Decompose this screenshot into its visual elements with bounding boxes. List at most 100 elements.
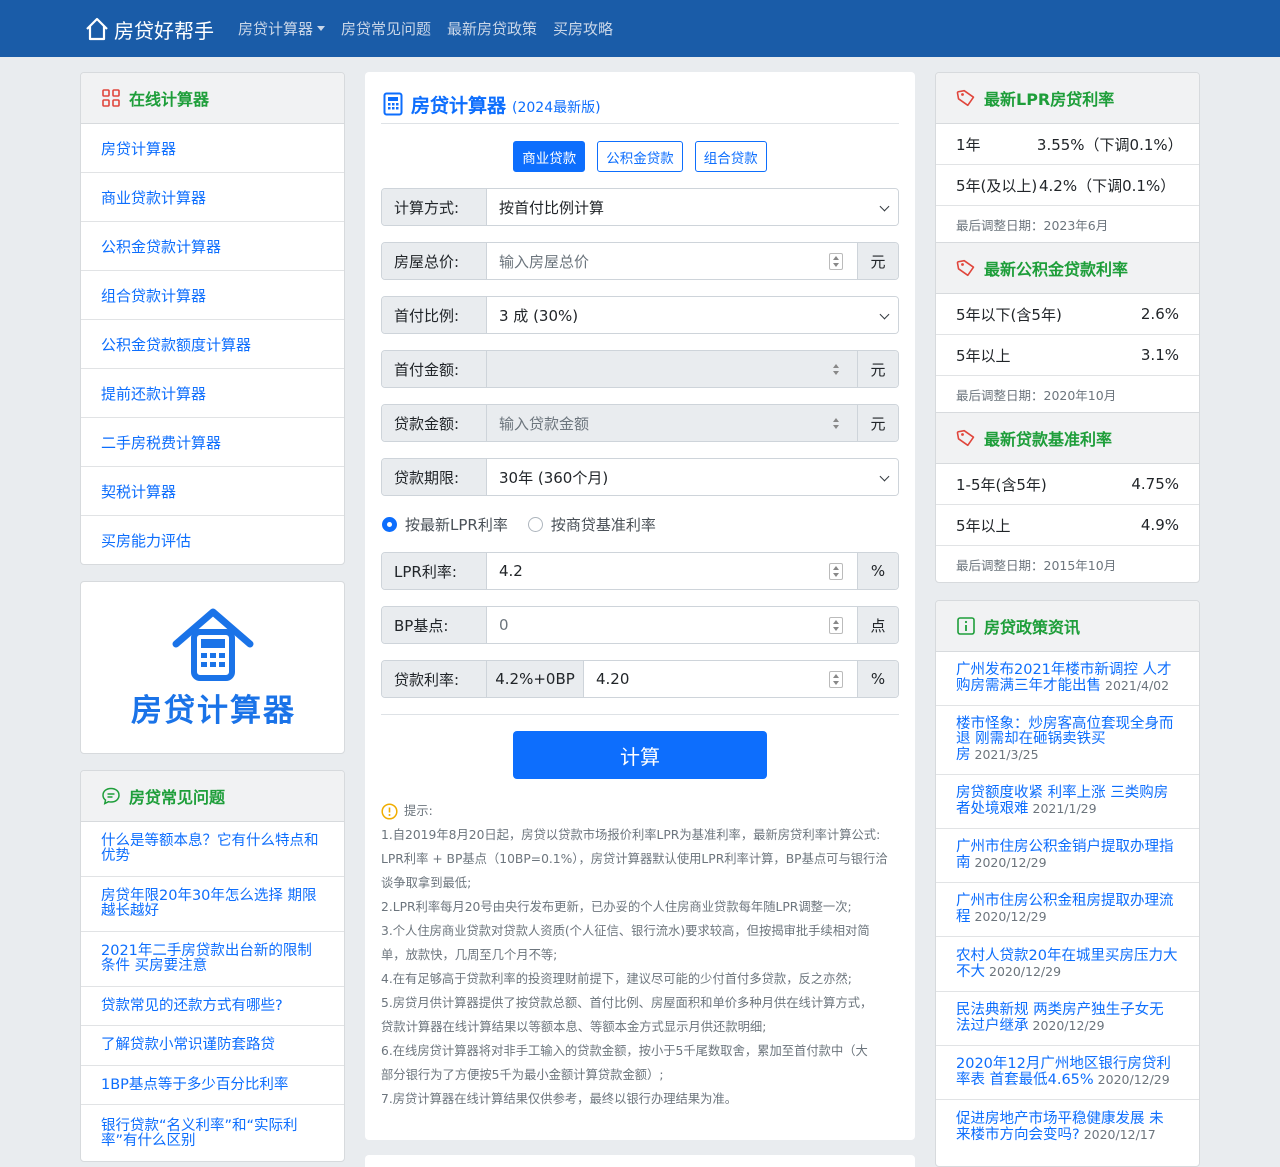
news-headline: 广州市住房公积金销户提取办理指 [956, 839, 1174, 855]
radio-lpr[interactable] [382, 517, 397, 532]
radio-lpr-label[interactable]: 按最新LPR利率 [405, 514, 508, 535]
calculators-card: 在线计算器 房贷计算器 商业贷款计算器 公积金贷款计算器 组合贷款计算器 公积金贷款额度… [80, 72, 345, 565]
lpr-unit: % [857, 553, 898, 589]
news-headline-cont: 者处境艰难 [956, 801, 1029, 817]
news-text: 促进房地产市场平稳健康发展 未来楼市方向会变吗? 2020/12/17 [956, 1110, 1164, 1143]
nav-faq[interactable]: 房贷常见问题 [341, 18, 431, 39]
calculator-link[interactable]: 提前还款计算器 [81, 369, 344, 418]
news-headline: 房 2021/3/25 [956, 747, 1174, 763]
calculator-link[interactable]: 公积金贷款额度计算器 [81, 320, 344, 369]
calculator-link[interactable]: 买房能力评估 [81, 516, 344, 564]
calculators-title: 在线计算器 [129, 90, 210, 109]
tips-title-text: 提示: [404, 804, 433, 818]
news-headline-cont: 法过户继承 [956, 1018, 1029, 1034]
tips-section: 提示: 1.自2019年8月20日起，房贷以贷款市场报价利率LPR为基准利率，最… [381, 799, 901, 1111]
chevron-down-icon [879, 471, 890, 482]
news-headline: 农村人贷款20年在城里买房压力大 [956, 947, 1178, 964]
news-link[interactable]: 广州市住房公积金销户提取办理指南 2020/12/29 [936, 829, 1199, 883]
bp-input[interactable]: 0 [487, 607, 857, 643]
rate-term: 5年以上 [956, 516, 1011, 535]
spinner-icon[interactable] [829, 253, 843, 270]
news-link[interactable]: 民法典新规 两类房产独生子女无 法过户继承 2020/12/29 [936, 992, 1199, 1046]
news-link[interactable]: 房贷额度收紧 利率上涨 三类购房 者处境艰难 2021/1/29 [936, 775, 1199, 829]
rate-value: 3.1% [1140, 346, 1179, 364]
news-date: 2020/12/17 [1083, 1126, 1156, 1142]
radio-base-rate[interactable] [527, 517, 543, 532]
rate-term: 1年 [956, 135, 981, 154]
rate-label: 贷款利率: [382, 661, 487, 697]
calculator-link[interactable]: 二手房税费计算器 [81, 418, 344, 467]
method-value: 按首付比例计算 [499, 198, 605, 217]
nav-policy[interactable]: 最新房贷政策 [447, 18, 537, 39]
method-select[interactable]: 按首付比例计算 [487, 189, 898, 225]
news-headline: 者处境艰难 2021/1/29 [956, 801, 1168, 817]
news-link[interactable]: 促进房地产市场平稳健康发展 未来楼市方向会变吗? 2020/12/17 [936, 1100, 1199, 1154]
tip-line: 4.在有足够高于贷款利率的投资理财前提下，建议尽可能的少付首付多贷款，反之亦然; [381, 972, 852, 986]
down-payment-input[interactable] [487, 351, 857, 387]
lpr-rate-title: 最新LPR房贷利率 [984, 90, 1115, 109]
tip-line: 6.在线房贷计算器将对非手工输入的贷款金额，按小于5千尾数取舍，累加至首付款中（… [381, 1044, 868, 1058]
news-link[interactable]: 楼市怪象：炒房客高位套现全身而退 刚需却在砸锅卖铁买房 2021/3/25 [936, 706, 1199, 775]
rate-input[interactable]: 4.20 [584, 661, 857, 697]
rate-term: 5年以下(含5年) [956, 305, 1062, 324]
tip-line: 单，放款快，几周至几个月不等; [381, 948, 558, 962]
news-headline: 房贷额度收紧 利率上涨 三类购房 [956, 785, 1169, 801]
price-placeholder: 输入房屋总价 [499, 252, 590, 271]
lpr-label: LPR利率: [382, 553, 487, 589]
news-link[interactable]: 广州市住房公积金租房提取办理流程 2020/12/29 [936, 883, 1199, 937]
home-icon [86, 17, 108, 41]
news-link[interactable]: 2020年12月广州地区银行房贷利 率表 首套最低4.65% 2020/12/29 [936, 1046, 1199, 1100]
logo-card: 房贷计算器 [80, 581, 345, 754]
rates-card: 最新LPR房贷利率 1年 3.55%（下调0.1%） 5年(及以上) 4.2%（下调… [935, 72, 1200, 583]
tab-commercial-loan[interactable]: 商业贷款 [513, 141, 586, 172]
rate-value: 4.75% [1131, 475, 1179, 493]
calculator-panel: 房贷计算器 (2024最新版) 商业贷款 公积金贷款 组合贷款 计算方式: 按首… [365, 72, 915, 1140]
chat-icon [102, 787, 120, 805]
faq-link[interactable]: 贷款常见的还款方式有哪些? [81, 987, 344, 1026]
tab-combined-loan[interactable]: 组合贷款 [694, 141, 767, 172]
tab-provident-fund-loan[interactable]: 公积金贷款 [597, 141, 683, 172]
spinner-icon[interactable] [829, 563, 843, 580]
method-label: 计算方式: [382, 189, 487, 225]
radio-base-rate-label[interactable]: 按商贷基准利率 [551, 514, 656, 535]
faq-link[interactable]: 什么是等额本息？它有什么特点和优势 [81, 822, 344, 877]
divider [381, 123, 899, 124]
nav-calculator-dropdown[interactable]: 房贷计算器 [238, 18, 326, 39]
rate-value: 4.2%（下调0.1%） [1039, 176, 1176, 195]
news-link[interactable]: 农村人贷款20年在城里买房压力大 不大 2020/12/29 [936, 937, 1199, 992]
calculator-link[interactable]: 组合贷款计算器 [81, 271, 344, 320]
faq-link[interactable]: 银行贷款“名义利率”和“实际利率”有什么区别 [81, 1105, 344, 1161]
calculator-link[interactable]: 房贷计算器 [81, 124, 344, 173]
term-label: 贷款期限: [382, 459, 487, 495]
nav-guide[interactable]: 买房攻略 [553, 18, 613, 39]
ratio-value: 3 成 (30%) [499, 306, 579, 325]
ratio-label: 首付比例: [382, 297, 487, 333]
calculator-link[interactable]: 商业贷款计算器 [81, 173, 344, 222]
faq-link[interactable]: 房贷年限20年30年怎么选择 期限越长越好 [81, 877, 344, 932]
news-text: 民法典新规 两类房产独生子女无 法过户继承 2020/12/29 [956, 1003, 1164, 1034]
spinner-icon[interactable] [829, 617, 843, 634]
news-link[interactable]: 广州发布2021年楼市新调控 人才 购房需满三年才能出售 2021/4/02 [936, 652, 1199, 706]
news-headline: 促进房地产市场平稳健康发展 未 [956, 1110, 1164, 1127]
price-input[interactable]: 输入房屋总价 [487, 243, 857, 279]
calculator-link[interactable]: 公积金贷款计算器 [81, 222, 344, 271]
term-select[interactable]: 30年 (360个月) [487, 459, 898, 495]
spinner-icon[interactable] [829, 671, 843, 688]
faq-link[interactable]: 1BP基点等于多少百分比利率 [81, 1066, 344, 1105]
news-headline: 楼市怪象：炒房客高位套现全身而 [956, 716, 1174, 732]
bp-value: 0 [499, 616, 509, 634]
calculate-button[interactable]: 计算 [513, 731, 767, 779]
calculator-link[interactable]: 契税计算器 [81, 467, 344, 516]
news-headline: 购房需满三年才能出售 2021/4/02 [956, 678, 1172, 694]
lpr-input[interactable]: 4.2 [487, 553, 857, 589]
spinner-icon [829, 361, 843, 378]
faq-link[interactable]: 了解贷款小常识谨防套路贷 [81, 1026, 344, 1066]
rate-term: 5年以上 [956, 346, 1011, 365]
rate-value: 4.9% [1140, 516, 1179, 534]
brand-link[interactable]: 房贷好帮手 [84, 14, 214, 44]
ratio-select[interactable]: 3 成 (30%) [487, 297, 898, 333]
loan-amount-input[interactable]: 输入贷款金额 [487, 405, 857, 441]
tag-icon [956, 259, 975, 277]
brand-name: 房贷好帮手 [114, 18, 214, 43]
faq-link[interactable]: 2021年二手房贷款出台新的限制条件 买房要注意 [81, 932, 344, 987]
